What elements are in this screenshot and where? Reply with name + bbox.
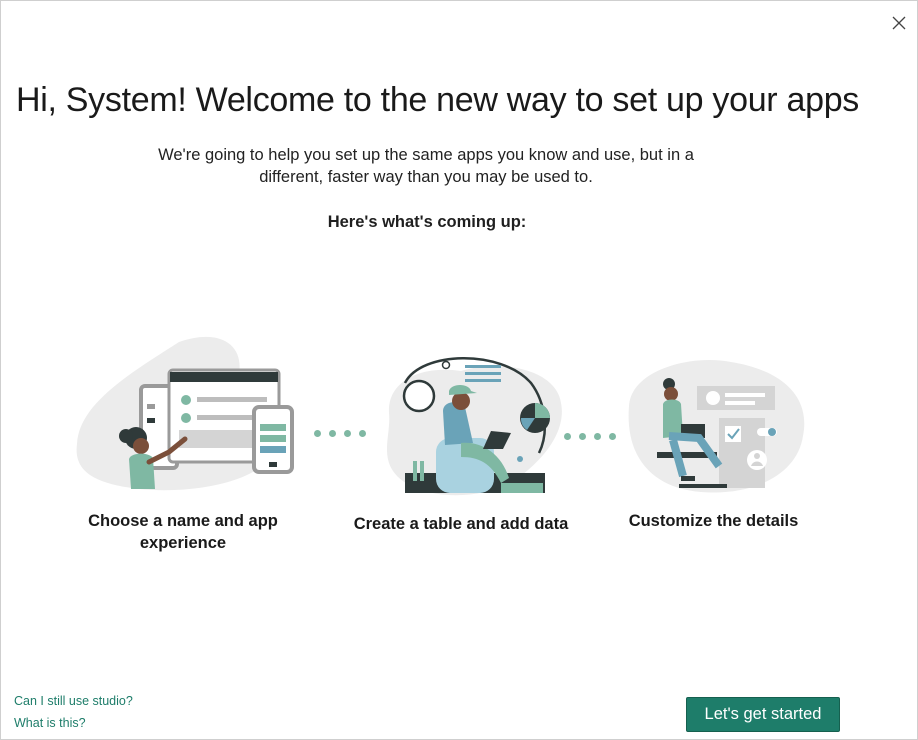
step-label: Customize the details [628,512,799,530]
connector-dot [329,430,336,437]
tablet-person-illustration [76,336,294,491]
connector-dot [579,433,586,440]
step-customize: Customize the details [611,356,816,530]
step-label: Create a table and add data [353,515,569,533]
close-button[interactable] [887,11,911,35]
step-create-table: Create a table and add data [341,353,581,533]
step-label: Choose a name and app experience [88,512,278,552]
step-choose-name: Choose a name and app experience [69,334,297,552]
step-connector [564,433,616,440]
close-icon [892,16,906,30]
studio-link[interactable]: Can I still use studio? [14,694,133,708]
what-is-this-link[interactable]: What is this? [14,716,86,730]
coming-up-heading: Here's what's coming up: [327,213,527,231]
person-laptop-chart-illustration [386,357,562,496]
connector-dot [594,433,601,440]
get-started-button[interactable]: Let's get started [686,697,840,732]
connector-dot [564,433,571,440]
connector-dot [314,430,321,437]
intro-text: We're going to help you set up the same … [158,146,694,186]
page-title: Hi, System! Welcome to the new way to se… [16,81,859,119]
person-settings-illustration [628,359,805,493]
welcome-dialog: Hi, System! Welcome to the new way to se… [0,0,918,740]
